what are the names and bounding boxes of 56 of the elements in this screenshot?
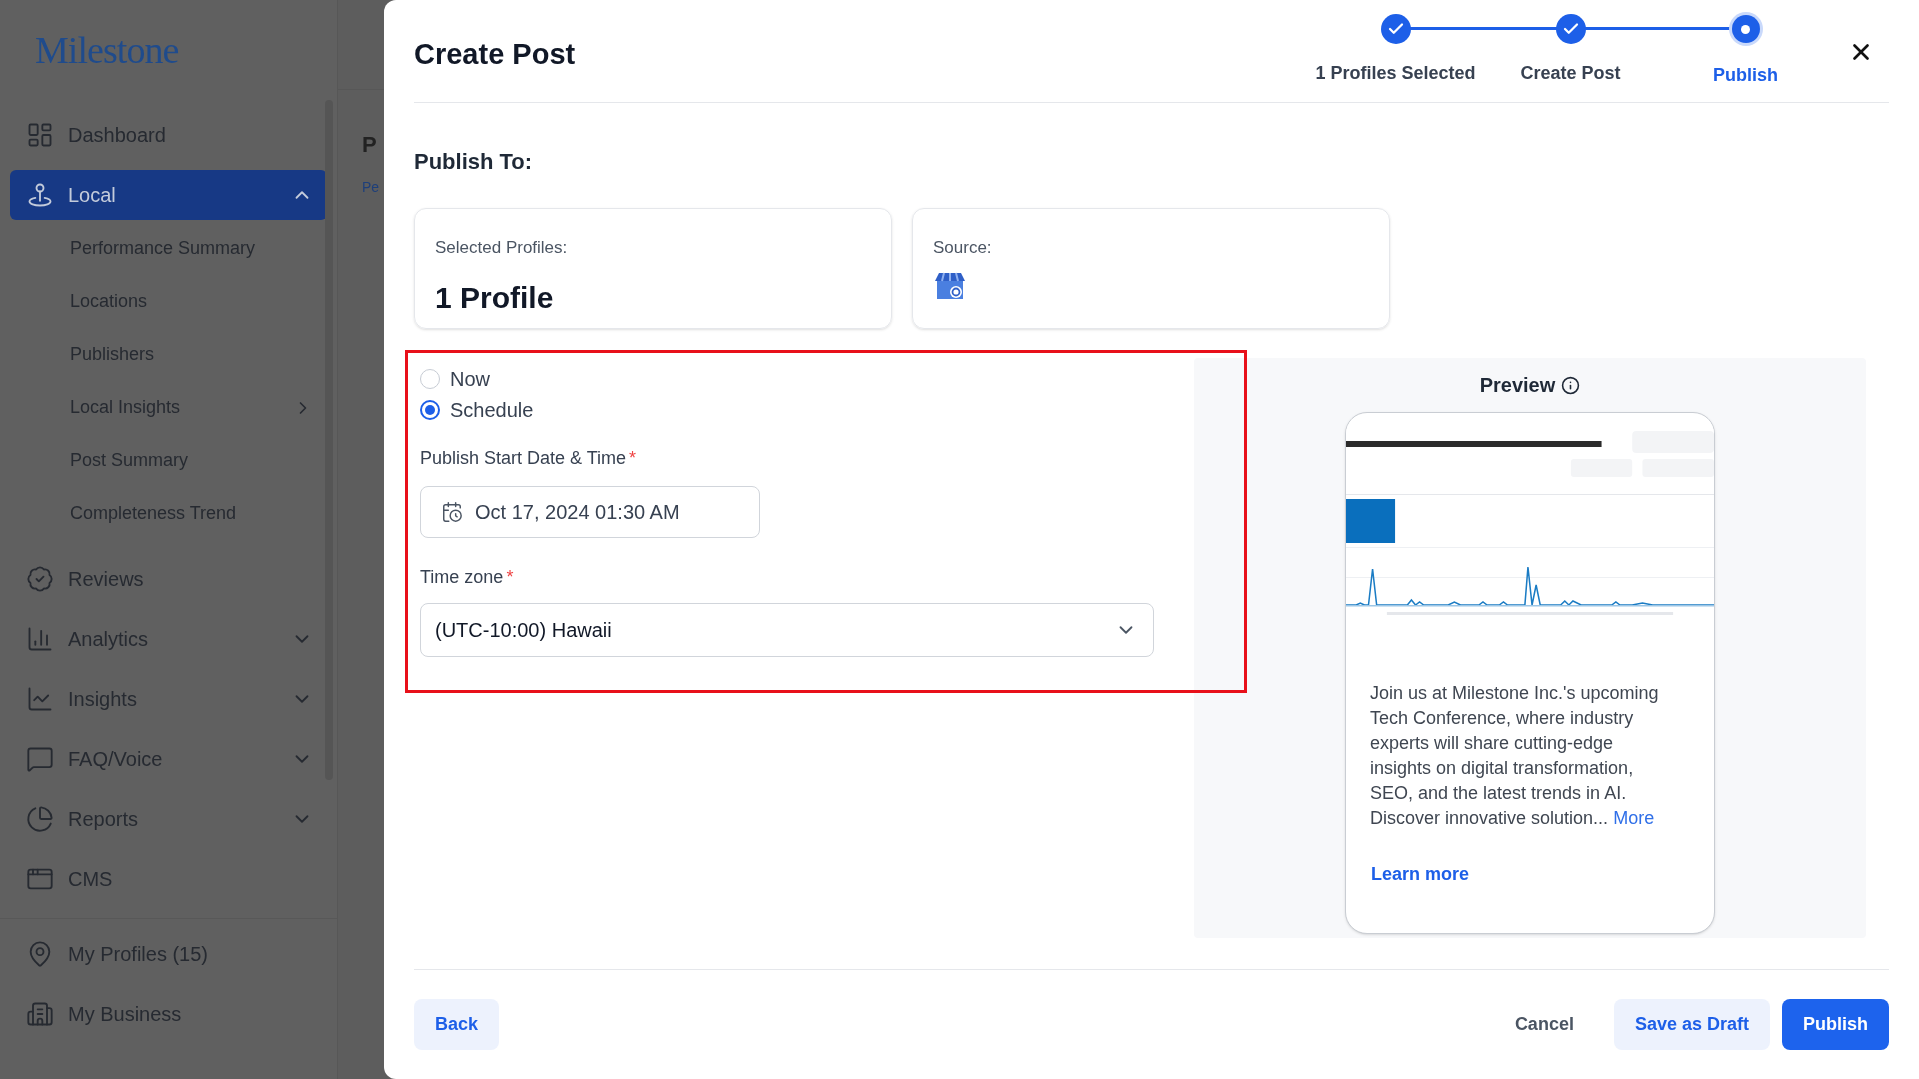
- step-label: Publish: [1713, 64, 1778, 87]
- cancel-button[interactable]: Cancel: [1494, 999, 1594, 1050]
- field-label: Time zone: [420, 566, 504, 589]
- bar-chart-icon: [26, 625, 54, 653]
- radio-option[interactable]: Schedule: [420, 394, 534, 425]
- card-label: Selected Profiles:: [435, 237, 569, 259]
- line-chart-icon: [26, 685, 54, 713]
- submenu-item[interactable]: Completeness Trend: [0, 487, 337, 540]
- submenu-item[interactable]: Post Summary: [0, 434, 337, 487]
- back-button[interactable]: Back: [414, 999, 500, 1050]
- sidebar-item[interactable]: Reviews: [10, 554, 327, 604]
- submenu-item[interactable]: Local Insights: [0, 381, 337, 434]
- badge-check-icon: [26, 565, 54, 593]
- sidebar-item[interactable]: CMS: [10, 854, 327, 904]
- sidebar-item[interactable]: My Business: [10, 989, 327, 1039]
- sidebar-item[interactable]: Local: [10, 170, 327, 220]
- section-title: Publish To:: [414, 148, 534, 176]
- dashboard-icon: [26, 121, 54, 149]
- field-label: Publish Start Date & Time: [420, 447, 627, 470]
- sidebar-item[interactable]: FAQ/Voice: [10, 734, 327, 784]
- store-icon: [933, 270, 967, 301]
- step-label: 1 Profiles Selected: [1315, 62, 1476, 85]
- radio-option[interactable]: Now: [420, 363, 490, 394]
- calendar-icon: [441, 501, 463, 523]
- sidebar-item[interactable]: Reports: [10, 794, 327, 844]
- more-link[interactable]: More: [1613, 808, 1655, 828]
- required-mark: *: [506, 566, 514, 589]
- brand-logo: Milestone: [35, 27, 179, 73]
- learn-more-link[interactable]: Learn more: [1371, 861, 1470, 888]
- building-icon: [26, 1000, 54, 1028]
- submenu-item[interactable]: Performance Summary: [0, 222, 337, 275]
- dialog-title: Create Post: [414, 37, 576, 72]
- page-link[interactable]: Pe: [338, 177, 384, 198]
- radio-button[interactable]: [420, 399, 440, 420]
- pie-chart-icon: [26, 805, 54, 833]
- timezone-select[interactable]: (UTC-10:00) Hawaii: [420, 603, 1154, 657]
- chat-icon: [26, 745, 54, 773]
- pin-icon: [26, 181, 54, 209]
- date-time-field[interactable]: Oct 17, 2024 01:30 AM: [420, 486, 760, 538]
- publish-button[interactable]: Publish: [1782, 999, 1889, 1050]
- preview-title: Preview: [1479, 373, 1556, 398]
- card-label: Source:: [933, 237, 993, 259]
- card-value: 1 Profile: [435, 279, 555, 316]
- submenu-item[interactable]: Publishers: [0, 328, 337, 381]
- step-label: Create Post: [1520, 62, 1621, 85]
- post-text: Join us at Milestone Inc.'s upcoming Tech Conference, where industry experts will share cutting-edge insights on digital transformation, SEO, and the latest trends in AI. Discover innovative solution... More: [1370, 682, 1660, 830]
- page-heading: P: [361, 131, 378, 159]
- scrollbar[interactable]: [325, 100, 333, 780]
- save-draft-button[interactable]: Save as Draft: [1613, 999, 1770, 1050]
- sidebar-item[interactable]: Dashboard: [10, 110, 327, 160]
- sidebar-item[interactable]: My Profiles (15): [10, 929, 327, 979]
- sidebar-item[interactable]: Analytics: [10, 614, 327, 664]
- required-mark: *: [629, 447, 637, 470]
- info-icon: [1561, 375, 1581, 395]
- sidebar-item[interactable]: Insights: [10, 674, 327, 724]
- submenu-item[interactable]: Locations: [0, 275, 337, 328]
